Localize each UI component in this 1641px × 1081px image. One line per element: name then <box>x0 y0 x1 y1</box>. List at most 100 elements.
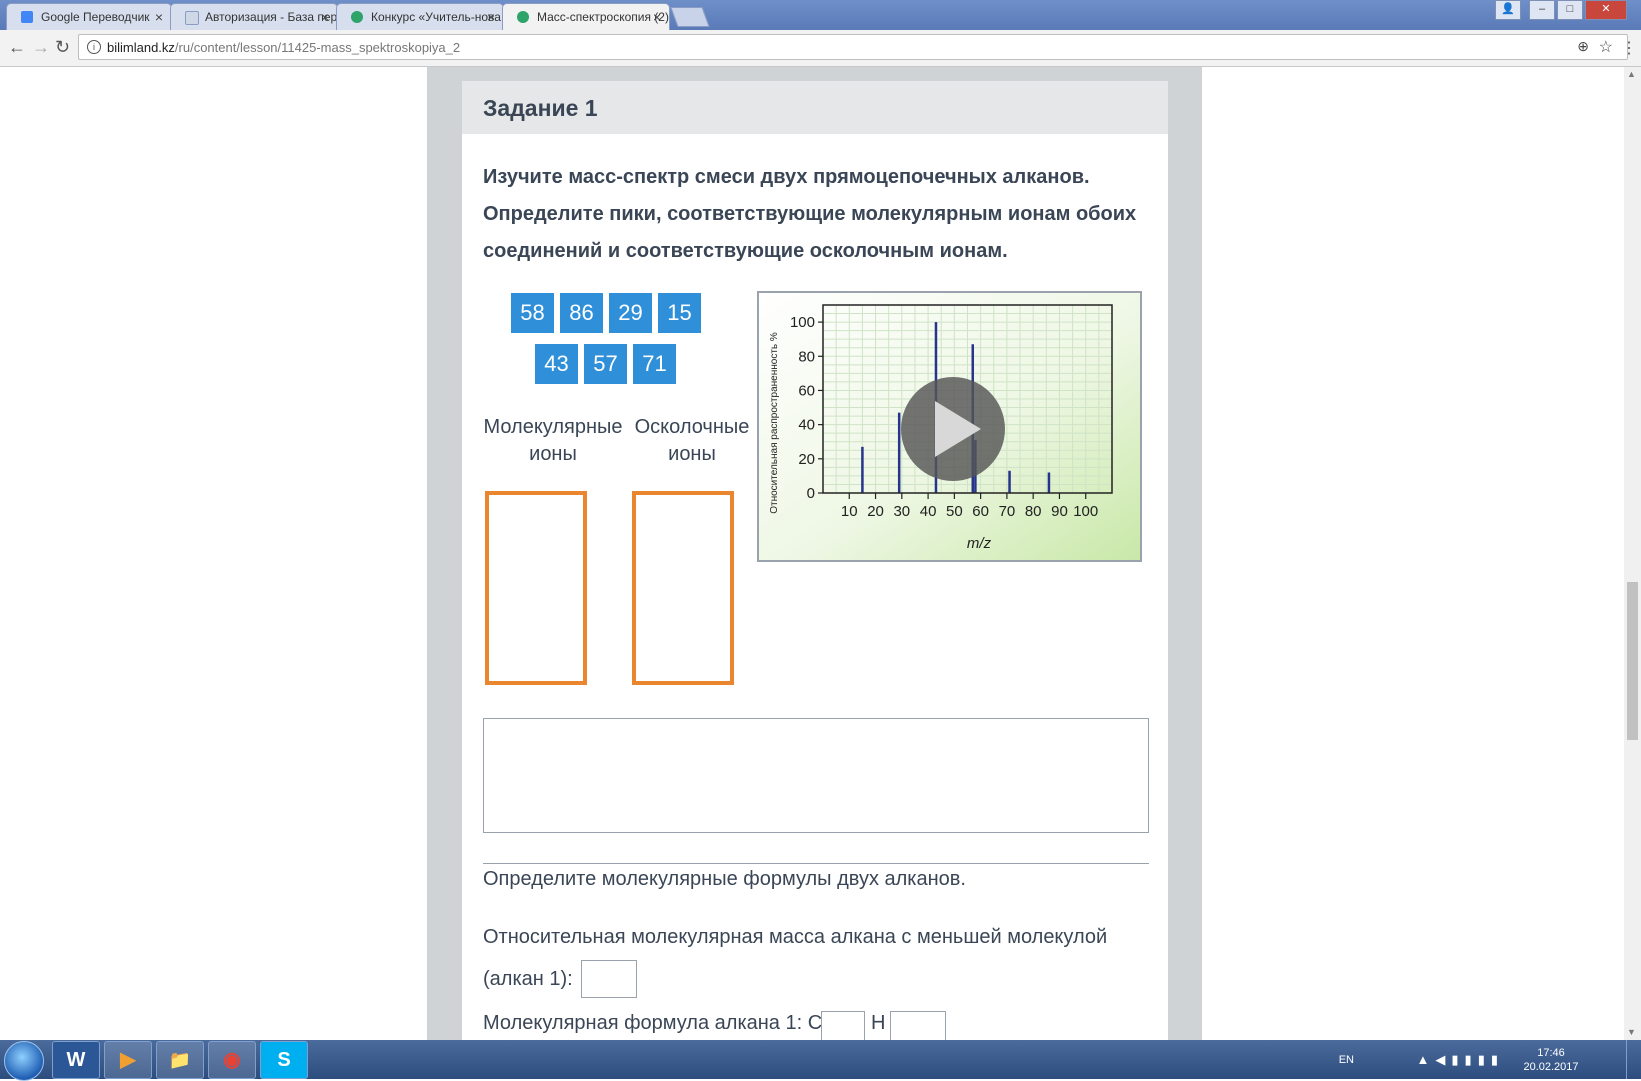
tab-close-icon[interactable]: × <box>155 9 163 25</box>
tab-contest[interactable]: Конкурс «Учитель-нова × <box>336 3 504 30</box>
x-tick-label: 90 <box>1051 503 1068 520</box>
chip-43[interactable]: 43 <box>535 344 578 384</box>
clock-date: 20.02.2017 <box>1523 1061 1579 1073</box>
start-button[interactable] <box>4 1041 44 1081</box>
user-icon[interactable]: 👤 <box>1495 0 1521 20</box>
tab-authorization[interactable]: Авторизация - База пер × <box>170 3 338 30</box>
tab-strip: Google Переводчик × Авторизация - База п… <box>0 0 1641 30</box>
task-line: Изучите масс-спектр смеси двух прямоцепо… <box>483 166 1090 188</box>
x-tick-label: 60 <box>972 503 989 520</box>
chip-71[interactable]: 71 <box>633 344 676 384</box>
tab-close-icon[interactable]: × <box>321 9 329 25</box>
chip-58[interactable]: 58 <box>511 293 554 333</box>
y-tick-label: 20 <box>798 451 815 468</box>
molecular-ions-label: Молекулярные ионы <box>483 414 623 468</box>
tray-icons[interactable]: ▲◀▮▮▮▮ <box>1417 1052 1504 1068</box>
fragment-ions-dropzone[interactable] <box>632 491 734 685</box>
label-line: Молекулярные <box>483 416 623 438</box>
language-indicator[interactable]: EN <box>1339 1054 1354 1066</box>
mass-spectrum-chart[interactable]: 10 20 30 40 50 60 70 80 90 100 0 20 40 60 80 100 m/z От… <box>757 291 1142 562</box>
forward-arrow-icon[interactable]: → <box>32 37 50 58</box>
x-tick-label: 80 <box>1025 503 1042 520</box>
task-title: Задание 1 <box>483 95 598 121</box>
tab-label: Авторизация - База пер <box>205 10 338 24</box>
question-mass-line2: (алкан 1): <box>483 968 573 990</box>
menu-icon[interactable]: ⋮ <box>1621 38 1637 58</box>
divider <box>483 863 1149 864</box>
label-line: ионы <box>668 443 716 465</box>
y-axis-label: Относительная распространенность % <box>769 332 780 514</box>
browser-toolbar: ← → ↻ i bilimland.kz/ru/content/lesson/1… <box>0 30 1641 67</box>
tab-label: Масс-спектроскопия (2) <box>537 10 669 24</box>
fragment-ions-label: Осколочные ионы <box>627 414 757 468</box>
x-tick-label: 70 <box>999 503 1016 520</box>
label-line: Осколочные <box>634 416 750 438</box>
show-desktop-button[interactable] <box>1626 1040 1641 1079</box>
alkane1-mass-input[interactable] <box>581 960 637 998</box>
new-tab-button[interactable] <box>670 7 710 27</box>
tab-label: Конкурс «Учитель-нова <box>371 10 501 24</box>
address-bar[interactable]: i bilimland.kz/ru/content/lesson/11425-m… <box>78 34 1628 60</box>
y-tick-label: 40 <box>798 417 815 434</box>
url-path: /ru/content/lesson/11425-mass_spektrosko… <box>174 40 461 55</box>
skype-app-icon[interactable]: S <box>260 1041 308 1079</box>
tab-mass-spectroscopy[interactable]: Масс-спектроскопия (2) × <box>502 3 670 30</box>
chrome-app-icon[interactable]: ◉ <box>208 1041 256 1079</box>
y-tick-label: 0 <box>807 485 815 502</box>
tab-label: Google Переводчик <box>41 10 150 24</box>
y-tick-label: 100 <box>790 314 815 331</box>
play-button[interactable] <box>901 377 1005 481</box>
card-header: Задание 1 <box>462 81 1168 134</box>
back-arrow-icon[interactable]: ← <box>8 37 26 58</box>
url-domain: bilimland.kz <box>107 40 175 55</box>
x-tick-label: 10 <box>841 503 858 520</box>
google-translate-icon <box>21 11 33 23</box>
task-line: соединений и соответствующие осколочным … <box>483 240 1008 262</box>
answer-textarea[interactable] <box>483 718 1149 833</box>
tab-google-translate[interactable]: Google Переводчик × <box>6 3 172 30</box>
y-tick-label: 80 <box>798 348 815 365</box>
question-formula-h: H <box>871 1012 886 1034</box>
question-formula-c: Молекулярная формула алкана 1: C <box>483 1012 823 1034</box>
window-controls: 👤 – □ ✕ <box>1495 0 1627 20</box>
scroll-thumb[interactable] <box>1627 582 1638 740</box>
chip-29[interactable]: 29 <box>609 293 652 333</box>
scroll-down-arrow-icon[interactable]: ▼ <box>1627 1027 1636 1037</box>
file-explorer-app-icon[interactable]: 📁 <box>156 1041 204 1079</box>
molecular-ions-dropzone[interactable] <box>485 491 587 685</box>
windows-taskbar: W ▶ 📁 ◉ S EN ▲◀▮▮▮▮ 17:46 20.02.2017 <box>0 1040 1641 1081</box>
question-formulas: Определите молекулярные формулы двух алк… <box>483 868 966 890</box>
zoom-icon[interactable]: ⊕ <box>1577 38 1589 55</box>
word-app-icon[interactable]: W <box>52 1041 100 1079</box>
chip-57[interactable]: 57 <box>584 344 627 384</box>
page-icon <box>185 11 199 25</box>
info-icon[interactable]: i <box>87 40 101 54</box>
task-text: Изучите масс-спектр смеси двух прямоцепо… <box>483 159 1143 270</box>
task-line: Определите пики, соответствующие молекул… <box>483 203 1137 225</box>
clock-time: 17:46 <box>1537 1047 1565 1059</box>
chip-86[interactable]: 86 <box>560 293 603 333</box>
question-mass-line1: Относительная молекулярная масса алкана … <box>483 926 1108 948</box>
bookmark-star-icon[interactable]: ☆ <box>1599 37 1613 57</box>
maximize-button[interactable]: □ <box>1557 0 1583 20</box>
chip-15[interactable]: 15 <box>658 293 701 333</box>
bilimland-icon <box>517 11 529 23</box>
x-tick-label: 20 <box>867 503 884 520</box>
x-tick-label: 100 <box>1073 503 1098 520</box>
page-scrollbar[interactable]: ▲ ▼ <box>1624 67 1641 1040</box>
clock[interactable]: 17:46 20.02.2017 <box>1516 1046 1586 1074</box>
tab-close-icon[interactable]: × <box>487 9 495 25</box>
reload-icon[interactable]: ↻ <box>55 37 70 58</box>
minimize-button[interactable]: – <box>1529 0 1555 20</box>
x-tick-label: 40 <box>920 503 937 520</box>
label-line: ионы <box>529 443 577 465</box>
y-tick-label: 60 <box>798 382 815 399</box>
media-player-app-icon[interactable]: ▶ <box>104 1041 152 1079</box>
x-tick-label: 30 <box>893 503 910 520</box>
scroll-up-arrow-icon[interactable]: ▲ <box>1627 69 1636 79</box>
bilimland-icon <box>351 11 363 23</box>
close-window-button[interactable]: ✕ <box>1585 0 1627 20</box>
tab-close-icon[interactable]: × <box>653 9 661 25</box>
chart-svg: 10 20 30 40 50 60 70 80 90 100 0 20 40 60 80 100 m/z От… <box>759 293 1140 560</box>
x-axis-label: m/z <box>967 535 992 552</box>
